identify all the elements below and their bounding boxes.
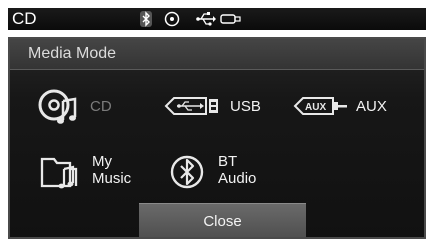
aux-icon bbox=[220, 10, 242, 33]
my-music-icon bbox=[40, 153, 80, 196]
media-option-my-music[interactable]: My Music bbox=[40, 151, 150, 193]
media-option-usb[interactable]: USB bbox=[164, 94, 276, 120]
media-option-aux[interactable]: AUX AUX bbox=[293, 94, 408, 120]
usb-icon bbox=[164, 94, 220, 123]
media-option-usb-label: USB bbox=[230, 98, 261, 115]
status-bar-title: CD bbox=[12, 9, 37, 28]
media-option-bt-audio-label-line2: Audio bbox=[218, 170, 257, 187]
aux-icon-text: AUX bbox=[305, 102, 326, 113]
media-option-cd[interactable]: CD bbox=[38, 87, 148, 127]
status-bar: CD bbox=[8, 8, 426, 30]
usb-icon bbox=[196, 10, 216, 33]
panel-title: Media Mode bbox=[28, 45, 117, 62]
media-option-cd-label: CD bbox=[90, 98, 112, 115]
media-option-my-music-label-line1: My bbox=[92, 153, 112, 170]
media-option-aux-label: AUX bbox=[356, 98, 387, 115]
media-mode-screen: CD Media Mode CD USB AUX AUX My Music BT… bbox=[0, 0, 434, 246]
disc-icon bbox=[164, 10, 180, 33]
panel-header: Media Mode bbox=[10, 39, 424, 70]
media-option-my-music-label-line2: Music bbox=[92, 170, 132, 187]
aux-icon: AUX bbox=[293, 94, 349, 123]
close-button[interactable]: Close bbox=[139, 203, 306, 237]
media-mode-panel: Media Mode CD USB AUX AUX My Music BT Au… bbox=[8, 37, 426, 239]
media-option-bt-audio-label-line1: BT bbox=[218, 153, 238, 170]
bluetooth-icon bbox=[170, 153, 206, 196]
bluetooth-icon bbox=[140, 10, 152, 33]
cd-icon bbox=[38, 87, 82, 132]
media-option-bt-audio[interactable]: BT Audio bbox=[170, 151, 280, 193]
